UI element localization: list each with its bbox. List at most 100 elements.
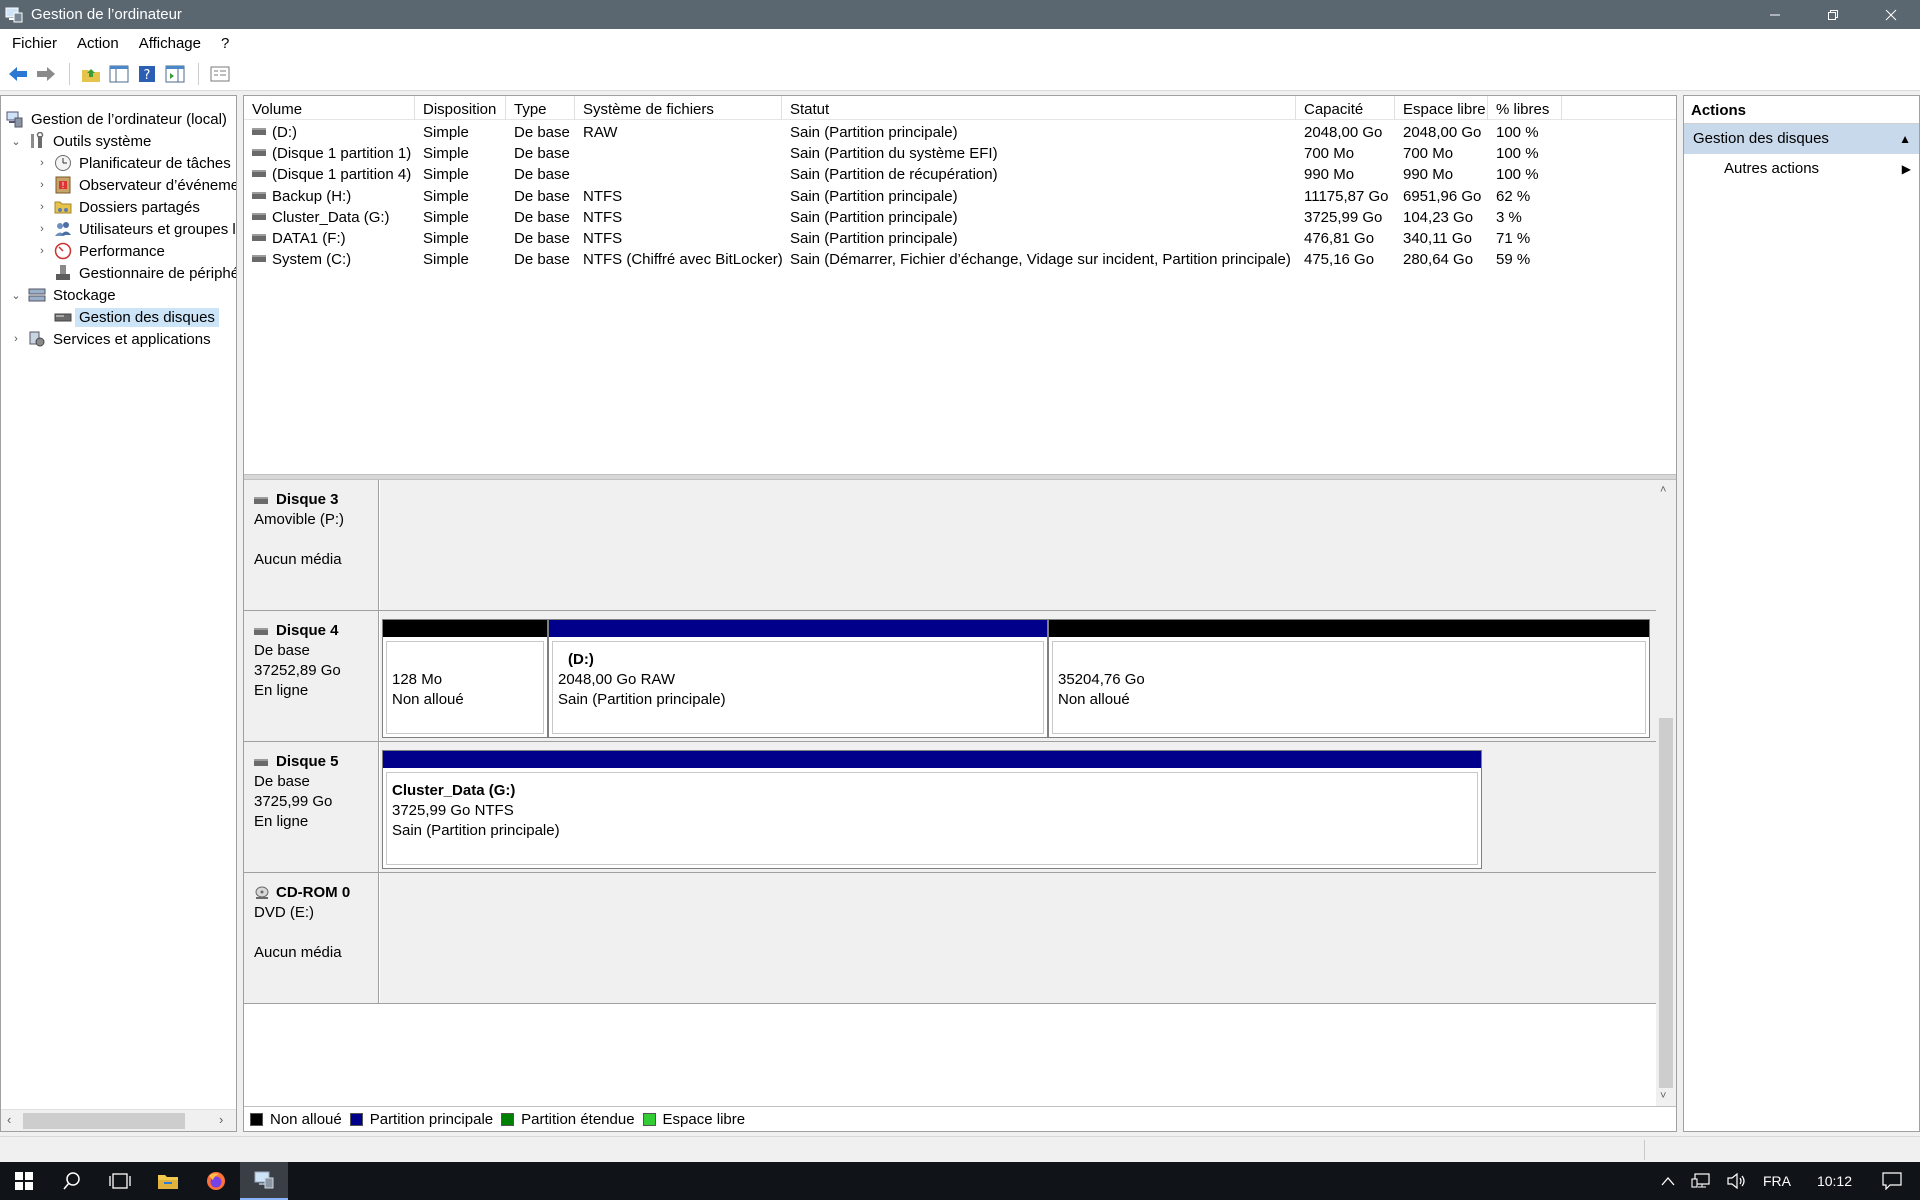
- restore-button[interactable]: [1804, 0, 1862, 29]
- disk-row-5[interactable]: Disque 5 De base 3725,99 Go En ligne Clu…: [244, 742, 1656, 873]
- table-row[interactable]: System (C:) Simple De base NTFS (Chiffré…: [244, 249, 1676, 270]
- volume-icon: [252, 128, 266, 135]
- forward-button[interactable]: [33, 61, 59, 87]
- tree-item-event-viewer[interactable]: › ! Observateur d’événeme: [35, 174, 236, 196]
- partition-cluster-data[interactable]: Cluster_Data (G:) 3725,99 Go NTFS Sain (…: [382, 750, 1482, 869]
- search-button[interactable]: [48, 1162, 96, 1200]
- minimize-button[interactable]: [1746, 0, 1804, 29]
- partition-d[interactable]: (D:) 2048,00 Go RAW Sain (Partition prin…: [548, 619, 1048, 738]
- help-button[interactable]: ?: [134, 61, 160, 87]
- notifications-button[interactable]: [1882, 1172, 1902, 1190]
- tree-item-performance[interactable]: › Performance: [35, 240, 165, 262]
- scroll-down-icon[interactable]: ˅: [1660, 1090, 1666, 1102]
- scrollbar-thumb[interactable]: [23, 1113, 185, 1129]
- disk-state: Aucun média: [254, 944, 342, 961]
- computer-management-taskbar-button[interactable]: [240, 1162, 288, 1200]
- chevron-down-icon[interactable]: ⌄: [9, 289, 23, 302]
- tree-item-device-manager[interactable]: Gestionnaire de périphé: [53, 262, 236, 284]
- action-more-actions[interactable]: Autres actions ▶: [1684, 154, 1919, 184]
- chevron-right-icon[interactable]: ›: [35, 157, 49, 169]
- volume-icon: [252, 170, 266, 177]
- volume-button[interactable]: [1727, 1173, 1747, 1189]
- table-row[interactable]: (Disque 1 partition 1) Simple De base Sa…: [244, 143, 1676, 164]
- show-hide-tree-button[interactable]: [106, 61, 132, 87]
- partition-status: Non alloué: [1058, 691, 1130, 708]
- disk-row-cdrom[interactable]: CD-ROM 0 DVD (E:) Aucun média: [244, 873, 1656, 1004]
- menu-view[interactable]: Affichage: [131, 35, 209, 52]
- partition-unallocated-2[interactable]: 35204,76 Go Non alloué: [1048, 619, 1650, 738]
- column-header-type[interactable]: Type: [506, 96, 575, 120]
- properties-button[interactable]: [207, 61, 233, 87]
- chevron-right-icon[interactable]: ›: [35, 201, 49, 213]
- tree-item-storage[interactable]: ⌄ Stockage: [9, 284, 115, 306]
- tree-item-task-scheduler[interactable]: › Planificateur de tâches: [35, 152, 231, 174]
- tree-item-system-tools[interactable]: ⌄ Outils système: [9, 130, 151, 152]
- task-view-button[interactable]: [96, 1162, 144, 1200]
- event-viewer-icon: !: [53, 175, 73, 195]
- tree-item-users-groups[interactable]: › Utilisateurs et groupes l: [35, 218, 236, 240]
- start-button[interactable]: [0, 1162, 48, 1200]
- tree-item-services-apps[interactable]: › Services et applications: [9, 328, 210, 350]
- scroll-right-icon[interactable]: ›: [219, 1112, 223, 1127]
- tray-overflow-button[interactable]: [1661, 1176, 1675, 1186]
- firefox-button[interactable]: [192, 1162, 240, 1200]
- column-header-volume[interactable]: Volume: [244, 96, 415, 120]
- chevron-right-icon[interactable]: ›: [35, 223, 49, 235]
- table-row[interactable]: (D:) Simple De base RAW Sain (Partition …: [244, 122, 1676, 143]
- disk-label[interactable]: CD-ROM 0 DVD (E:) Aucun média: [244, 873, 379, 1003]
- chevron-down-icon[interactable]: ⌄: [9, 135, 23, 148]
- chevron-right-icon[interactable]: ›: [35, 245, 49, 257]
- partition-unallocated-1[interactable]: 128 Mo Non alloué: [382, 619, 548, 738]
- cell-percent-free: 3 %: [1496, 209, 1522, 226]
- scroll-up-icon[interactable]: ˄: [1660, 484, 1666, 496]
- table-row[interactable]: DATA1 (F:) Simple De base NTFS Sain (Par…: [244, 228, 1676, 249]
- tree-item-root[interactable]: Gestion de l’ordinateur (local): [5, 108, 227, 130]
- table-row[interactable]: Cluster_Data (G:) Simple De base NTFS Sa…: [244, 207, 1676, 228]
- menu-file[interactable]: Fichier: [4, 35, 65, 52]
- file-explorer-button[interactable]: [144, 1162, 192, 1200]
- disk-label[interactable]: Disque 5 De base 3725,99 Go En ligne: [244, 742, 379, 872]
- speaker-icon: [1727, 1173, 1745, 1189]
- menu-help[interactable]: ?: [213, 35, 237, 52]
- scrollbar-thumb[interactable]: [1659, 718, 1673, 1088]
- disk-area: Cluster_Data (G:) 3725,99 Go NTFS Sain (…: [380, 742, 1656, 872]
- tree-item-shared-folders[interactable]: › Dossiers partagés: [35, 196, 200, 218]
- disk-row-4[interactable]: Disque 4 De base 37252,89 Go En ligne 12…: [244, 611, 1656, 742]
- language-indicator[interactable]: FRA: [1763, 1173, 1791, 1189]
- tree-horizontal-scrollbar[interactable]: ‹ ›: [1, 1109, 236, 1131]
- table-row[interactable]: Backup (H:) Simple De base NTFS Sain (Pa…: [244, 186, 1676, 207]
- chevron-right-icon[interactable]: ›: [9, 333, 23, 345]
- cell-free-space: 104,23 Go: [1403, 209, 1474, 226]
- column-header-percent-free[interactable]: % libres: [1488, 96, 1562, 120]
- restore-icon: [1828, 9, 1838, 20]
- table-row[interactable]: (Disque 1 partition 4) Simple De base Sa…: [244, 164, 1676, 185]
- network-button[interactable]: [1691, 1173, 1711, 1189]
- column-header-capacity[interactable]: Capacité: [1296, 96, 1395, 120]
- chevron-right-icon[interactable]: ›: [35, 179, 49, 191]
- disk-label[interactable]: Disque 3 Amovible (P:) Aucun média: [244, 480, 379, 610]
- menu-action[interactable]: Action: [69, 35, 127, 52]
- tree-item-disk-management[interactable]: Gestion des disques: [53, 306, 219, 328]
- disk-map-vertical-scrollbar[interactable]: ˄ ˅: [1656, 480, 1676, 1106]
- actions-pane: Actions Gestion des disques ▲ Autres act…: [1683, 95, 1920, 1132]
- show-hide-action-pane-button[interactable]: [162, 61, 188, 87]
- disk-row-3[interactable]: Disque 3 Amovible (P:) Aucun média: [244, 480, 1656, 611]
- actions-section-disk-management[interactable]: Gestion des disques ▲: [1684, 124, 1919, 154]
- partition-bar-primary: [383, 751, 1481, 768]
- tree-item-label: Gestion des disques: [75, 307, 219, 327]
- device-manager-icon: [53, 263, 73, 283]
- cell-percent-free: 62 %: [1496, 188, 1531, 205]
- legend-label: Espace libre: [662, 1110, 746, 1128]
- column-header-filesystem[interactable]: Système de fichiers: [575, 96, 782, 120]
- column-header-status[interactable]: Statut: [782, 96, 1296, 120]
- back-button[interactable]: [5, 61, 31, 87]
- close-button[interactable]: [1862, 0, 1920, 29]
- disk-label[interactable]: Disque 4 De base 37252,89 Go En ligne: [244, 611, 379, 741]
- scroll-left-icon[interactable]: ‹: [7, 1112, 11, 1127]
- up-folder-button[interactable]: [78, 61, 104, 87]
- collapse-up-icon[interactable]: ▲: [1899, 124, 1911, 154]
- volume-icon: [252, 255, 266, 262]
- column-header-free-space[interactable]: Espace libre: [1395, 96, 1488, 120]
- column-header-layout[interactable]: Disposition: [415, 96, 506, 120]
- clock[interactable]: 10:12: [1817, 1173, 1852, 1189]
